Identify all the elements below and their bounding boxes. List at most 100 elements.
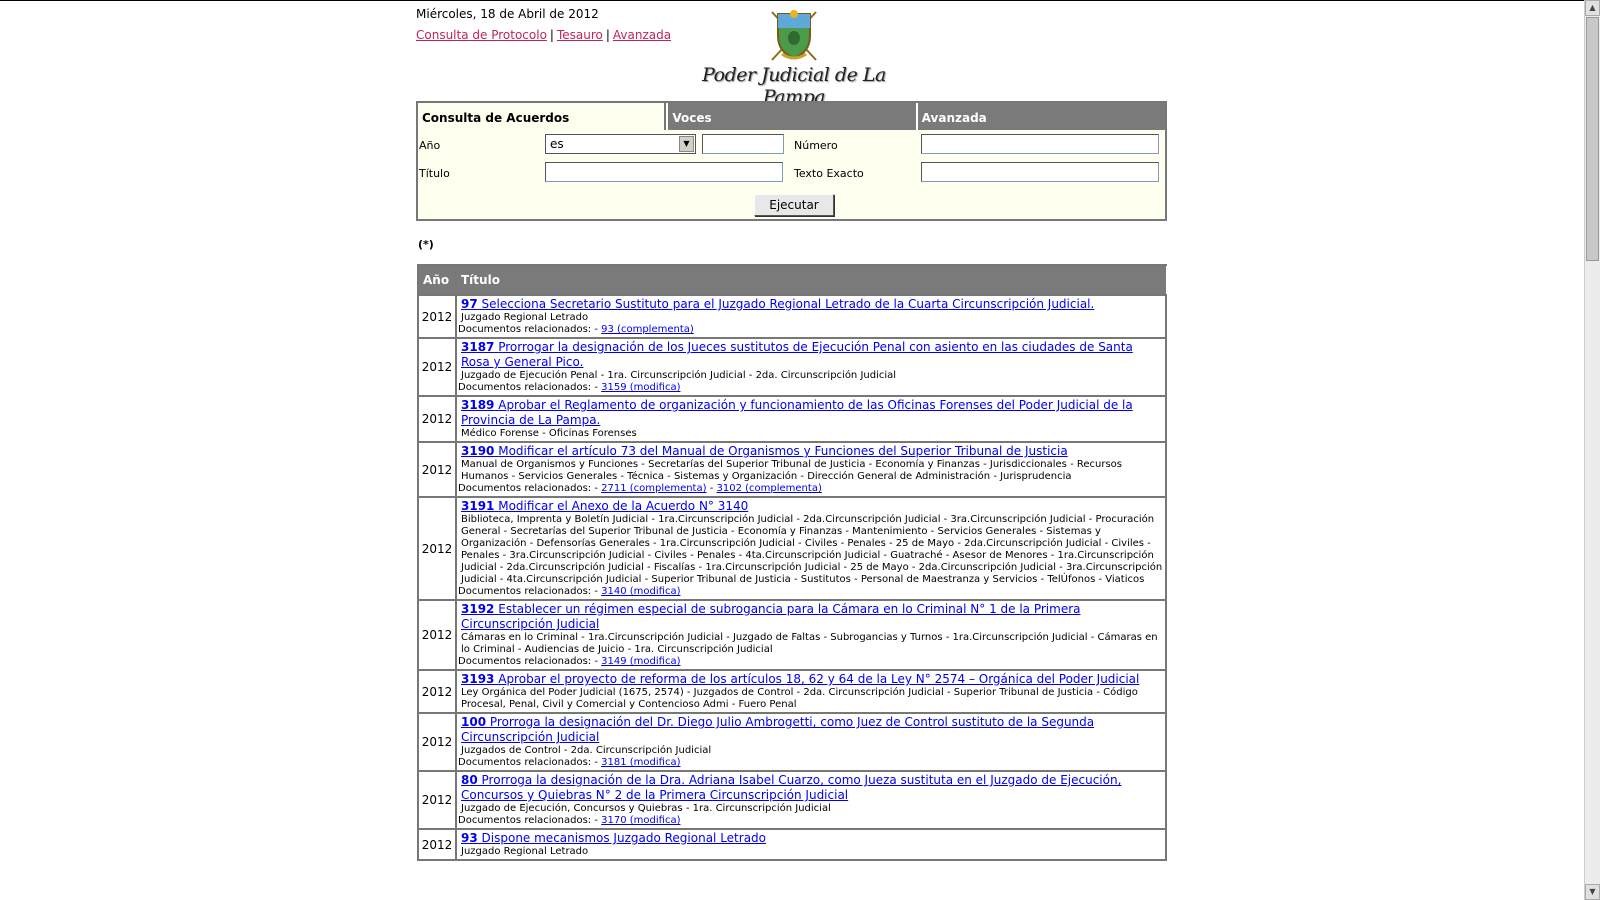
acuerdo-number: 97 bbox=[461, 297, 478, 311]
link-consulta-protocolo[interactable]: Consulta de Protocolo bbox=[416, 28, 547, 42]
related-document-link[interactable]: 3102 (complementa) bbox=[717, 483, 822, 494]
acuerdo-title: Aprobar el proyecto de reforma de los ar… bbox=[498, 672, 1140, 686]
related-document-link[interactable]: 3140 (modifica) bbox=[601, 586, 680, 597]
acuerdo-number: 93 bbox=[461, 831, 478, 845]
header-anio: Año bbox=[417, 264, 457, 296]
acuerdo-title: Prorroga la designación de la Dra. Adria… bbox=[461, 773, 1122, 802]
acuerdo-number: 3191 bbox=[461, 499, 495, 513]
acuerdo-number: 3190 bbox=[461, 444, 495, 458]
scroll-down-icon[interactable]: ▼ bbox=[1585, 884, 1600, 900]
acuerdo-title-link[interactable]: 100 Prorroga la designación del Dr. Dieg… bbox=[458, 715, 1164, 745]
table-row: 2012 3187 Prorrogar la designación de los… bbox=[417, 337, 1167, 397]
related-documents: Documentos relacionados: - 93 (complemen… bbox=[458, 324, 1164, 336]
texto-exacto-label: Texto Exacto bbox=[794, 167, 864, 180]
tab-avanzada[interactable]: Avanzada bbox=[915, 103, 1165, 130]
row-year: 2012 bbox=[417, 669, 457, 714]
acuerdo-title-link[interactable]: 80 Prorroga la designación de la Dra. Ad… bbox=[458, 773, 1164, 803]
results-table: Año Título 2012 97 Selecciona Secretario … bbox=[417, 264, 1167, 861]
link-avanzada[interactable]: Avanzada bbox=[613, 28, 671, 42]
related-documents: Documentos relacionados: - 3159 (modific… bbox=[458, 382, 1164, 394]
row-year: 2012 bbox=[417, 828, 457, 861]
related-document-link[interactable]: 3181 (modifica) bbox=[601, 757, 680, 768]
acuerdo-tags: Manual de Organismos y Funciones - Secre… bbox=[461, 459, 1122, 482]
scroll-up-icon[interactable]: ▲ bbox=[1585, 0, 1600, 16]
acuerdo-title-link[interactable]: 97 Selecciona Secretario Sustituto para … bbox=[458, 297, 1164, 312]
page-content: Miércoles, 18 de Abril de 2012 Consulta … bbox=[0, 0, 1584, 900]
table-row: 2012 97 Selecciona Secretario Sustituto p… bbox=[417, 294, 1167, 339]
tab-voces[interactable]: Voces bbox=[666, 103, 916, 130]
tab-consulta-acuerdos[interactable]: Consulta de Acuerdos bbox=[418, 103, 667, 130]
note-asterisk: (*) bbox=[418, 238, 434, 251]
row-year: 2012 bbox=[417, 395, 457, 443]
acuerdo-tags: Juzgado Regional Letrado bbox=[461, 846, 589, 857]
row-year: 2012 bbox=[417, 599, 457, 671]
top-nav-links: Consulta de Protocolo | Tesauro | Avanzada bbox=[416, 28, 671, 42]
acuerdo-title-link[interactable]: 93 Dispone mecanismos Juzgado Regional L… bbox=[458, 831, 1164, 846]
related-label: Documentos relacionados: - bbox=[458, 324, 598, 335]
acuerdo-title-link[interactable]: 3192 Establecer un régimen especial de s… bbox=[458, 602, 1164, 632]
acuerdo-title: Dispone mecanismos Juzgado Regional Letr… bbox=[481, 831, 767, 845]
related-documents: Documentos relacionados: - 3170 (modific… bbox=[458, 815, 1164, 827]
acuerdo-number: 100 bbox=[461, 715, 487, 729]
acuerdo-number: 3189 bbox=[461, 398, 495, 412]
numero-input[interactable] bbox=[921, 134, 1159, 154]
link-tesauro[interactable]: Tesauro bbox=[557, 28, 603, 42]
acuerdo-tags: Juzgado de Ejecución Penal - 1ra. Circun… bbox=[461, 370, 897, 381]
related-documents: Documentos relacionados: - 3140 (modific… bbox=[458, 586, 1164, 598]
search-panel: Consulta de Acuerdos Voces Avanzada Año … bbox=[416, 101, 1167, 221]
related-documents: Documentos relacionados: - 3181 (modific… bbox=[458, 757, 1164, 769]
scrollbar-thumb[interactable] bbox=[1586, 17, 1599, 261]
acuerdo-tags: Médico Forense - Oficinas Forenses bbox=[461, 428, 637, 439]
table-row: 2012 3192 Establecer un régimen especial … bbox=[417, 599, 1167, 671]
acuerdo-title-link[interactable]: 3190 Modificar el artículo 73 del Manual… bbox=[458, 444, 1164, 459]
row-year: 2012 bbox=[417, 337, 457, 397]
acuerdo-tags: Biblioteca, Imprenta y Boletín Judicial … bbox=[461, 514, 1163, 585]
acuerdo-title-link[interactable]: 3193 Aprobar el proyecto de reforma de l… bbox=[458, 672, 1164, 687]
row-content: 3189 Aprobar el Reglamento de organizaci… bbox=[455, 395, 1167, 443]
acuerdo-tags: Ley Orgánica del Poder Judicial (1675, 2… bbox=[461, 687, 1138, 710]
anio-input[interactable] bbox=[702, 134, 784, 154]
vertical-scrollbar[interactable]: ▲ ▼ bbox=[1584, 0, 1600, 900]
acuerdo-title-link[interactable]: 3187 Prorrogar la designación de los Jue… bbox=[458, 340, 1164, 370]
acuerdo-title: Prorroga la designación del Dr. Diego Ju… bbox=[461, 715, 1095, 744]
row-year: 2012 bbox=[417, 770, 457, 830]
table-row: 2012 3193 Aprobar el proyecto de reforma … bbox=[417, 669, 1167, 714]
row-content: 80 Prorroga la designación de la Dra. Ad… bbox=[455, 770, 1167, 830]
related-document-link[interactable]: 3159 (modifica) bbox=[601, 382, 680, 393]
acuerdo-tags: Juzgado de Ejecución, Concursos y Quiebr… bbox=[461, 803, 831, 814]
table-header-row: Año Título bbox=[417, 264, 1167, 296]
coat-of-arms-icon bbox=[771, 10, 817, 61]
acuerdo-number: 3193 bbox=[461, 672, 495, 686]
related-label: Documentos relacionados: - bbox=[458, 586, 598, 597]
acuerdo-title: Modificar el Anexo de la Acuerdo N° 3140 bbox=[498, 499, 749, 513]
link-separator: | bbox=[605, 28, 610, 42]
related-label: Documentos relacionados: - bbox=[458, 757, 598, 768]
search-tabs: Consulta de Acuerdos Voces Avanzada bbox=[418, 103, 1165, 130]
acuerdo-tags: Cámaras en lo Criminal - 1ra.Circunscrip… bbox=[461, 632, 1158, 655]
anio-select[interactable]: es ▼ bbox=[545, 134, 696, 154]
titulo-input[interactable] bbox=[545, 162, 783, 182]
table-row: 2012 100 Prorroga la designación del Dr. … bbox=[417, 712, 1167, 772]
acuerdo-tags: Juzgados de Control - 2da. Circunscripci… bbox=[461, 745, 712, 756]
related-document-link[interactable]: 2711 (complementa) bbox=[601, 483, 706, 494]
related-document-link[interactable]: 93 (complementa) bbox=[601, 324, 694, 335]
acuerdo-tags: Juzgado Regional Letrado bbox=[461, 312, 589, 323]
acuerdo-title: Aprobar el Reglamento de organización y … bbox=[461, 398, 1133, 427]
acuerdo-title: Selecciona Secretario Sustituto para el … bbox=[481, 297, 1095, 311]
ejecutar-button[interactable]: Ejecutar bbox=[754, 194, 834, 216]
related-documents: Documentos relacionados: - 2711 (complem… bbox=[458, 483, 822, 494]
texto-exacto-input[interactable] bbox=[921, 162, 1159, 182]
site-logo: Poder Judicial de La Pampa bbox=[684, 6, 904, 108]
acuerdo-title-link[interactable]: 3189 Aprobar el Reglamento de organizaci… bbox=[458, 398, 1164, 428]
related-documents: Documentos relacionados: - 3149 (modific… bbox=[458, 656, 1164, 668]
acuerdo-number: 80 bbox=[461, 773, 478, 787]
acuerdo-title-link[interactable]: 3191 Modificar el Anexo de la Acuerdo N°… bbox=[458, 499, 1164, 514]
acuerdo-title: Prorrogar la designación de los Jueces s… bbox=[461, 340, 1133, 369]
anio-select-value: es bbox=[550, 137, 564, 151]
related-document-link[interactable]: 3149 (modifica) bbox=[601, 656, 680, 667]
related-label: Documentos relacionados: - bbox=[458, 656, 598, 667]
related-document-link[interactable]: 3170 (modifica) bbox=[601, 815, 680, 826]
header-titulo: Título bbox=[455, 264, 1167, 296]
row-content: 3192 Establecer un régimen especial de s… bbox=[455, 599, 1167, 671]
dropdown-arrow-icon[interactable]: ▼ bbox=[679, 136, 694, 152]
